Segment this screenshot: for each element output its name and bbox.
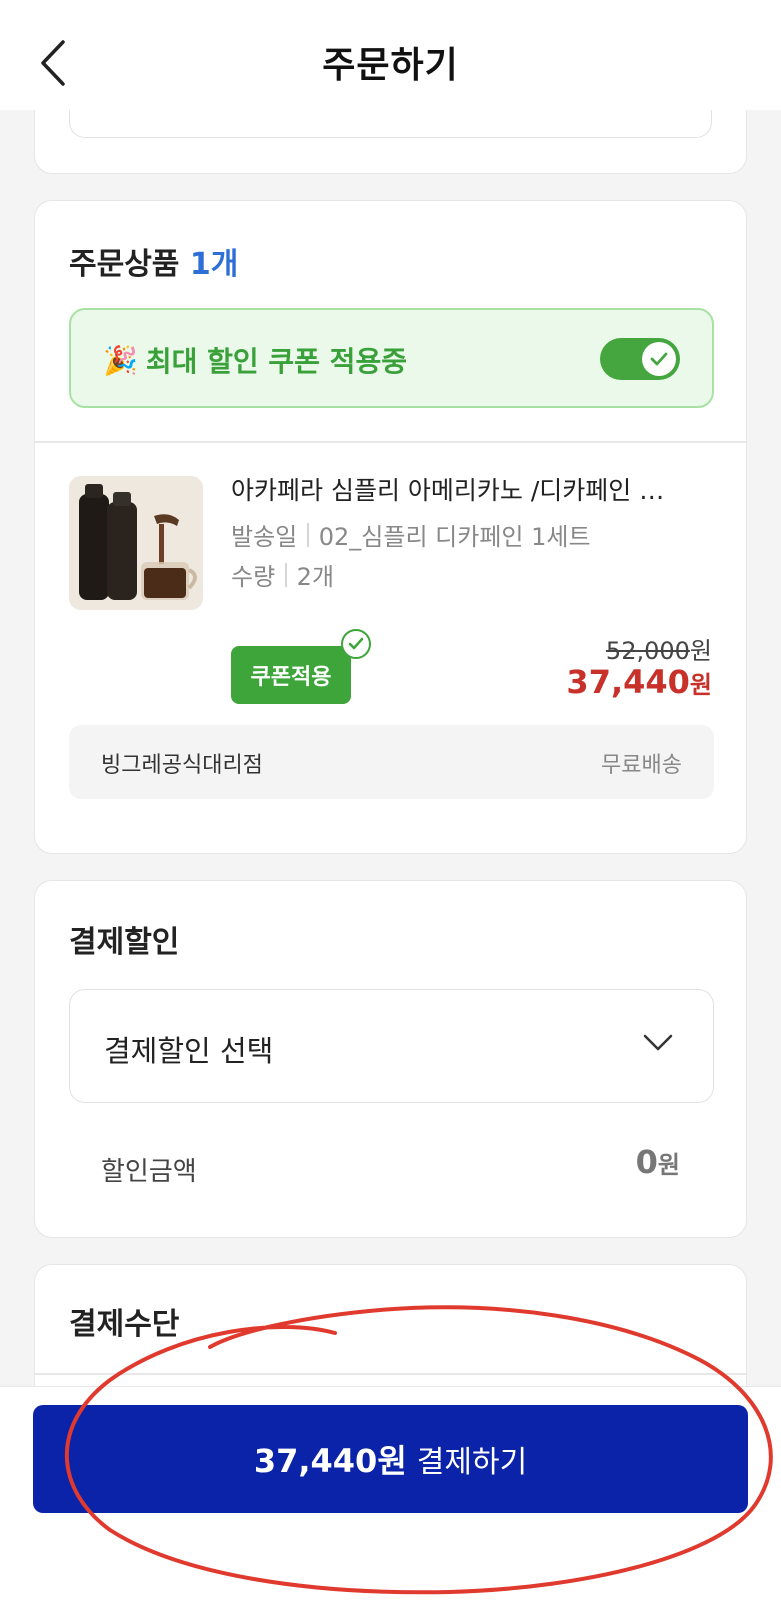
order-items-card: 주문상품 1개 🎉 최대 할인 쿠폰 적용중 아카페라 심플리 아메리카노 /디…: [34, 200, 747, 854]
original-price-value: 52,000: [605, 637, 690, 665]
product-image[interactable]: [69, 476, 203, 610]
order-items-title: 주문상품 1개: [69, 239, 238, 283]
app-header: 주문하기: [0, 0, 781, 110]
seller-name: 빙그레공식대리점: [101, 753, 263, 778]
checkmark-icon: [650, 352, 668, 366]
section-divider: [35, 1373, 746, 1375]
quantity-row: 수량 2개: [231, 557, 334, 592]
party-popper-icon: 🎉: [103, 343, 138, 377]
payment-method-title: 결제수단: [69, 1307, 180, 1342]
payment-discount-title: 결제할인: [69, 925, 180, 960]
meta-separator: [307, 522, 309, 547]
final-price: 37,440원: [566, 663, 712, 701]
coupon-check-icon: [341, 629, 371, 659]
coupon-banner-text: 🎉 최대 할인 쿠폰 적용중: [103, 340, 407, 380]
quantity-label: 수량: [231, 563, 276, 591]
discount-amount-currency: 원: [657, 1151, 680, 1179]
original-price: 52,000원: [606, 631, 712, 666]
checkout-amount: 37,440원: [253, 1442, 407, 1480]
page-title: 주문하기: [322, 45, 459, 86]
ship-date-row: 발송일 02_심플리 디카페인 1세트: [231, 517, 591, 552]
discount-select-dropdown[interactable]: 결제할인 선택: [69, 989, 714, 1103]
meta-separator: [285, 562, 287, 587]
order-items-count: 1개: [189, 247, 239, 282]
final-price-value: 37,440: [566, 663, 690, 701]
checkmark-icon: [348, 637, 364, 650]
chevron-down-icon: [643, 1034, 673, 1051]
product-name[interactable]: 아카페라 심플리 아메리카노 /디카페인 …: [231, 471, 711, 507]
coupon-applied-badge[interactable]: 쿠폰적용: [231, 646, 351, 704]
quantity-value: 2개: [296, 563, 335, 591]
discount-amount: 0원: [636, 1143, 680, 1181]
discount-select-label: 결제할인 선택: [104, 1034, 274, 1068]
shipping-fee: 무료배송: [601, 753, 682, 778]
coffee-bottle-image: [69, 476, 203, 610]
checkout-button[interactable]: 37,440원 결제하기: [33, 1405, 748, 1513]
discount-amount-label: 할인금액: [101, 1157, 197, 1187]
final-price-currency: 원: [689, 671, 712, 699]
ship-date-label: 발송일: [231, 523, 298, 551]
checkout-bar: 37,440원 결제하기: [0, 1386, 781, 1600]
discount-amount-value: 0: [635, 1143, 658, 1181]
coupon-toggle[interactable]: [600, 338, 680, 380]
coupon-banner: 🎉 최대 할인 쿠폰 적용중: [69, 308, 714, 408]
coupon-banner-label: 최대 할인 쿠폰 적용중: [145, 345, 407, 378]
checkout-label: 결제하기: [416, 1445, 528, 1480]
payment-discount-card: 결제할인 결제할인 선택 할인금액 0원: [34, 880, 747, 1238]
original-price-currency: 원: [689, 637, 712, 665]
toggle-knob: [642, 342, 676, 376]
order-items-title-text: 주문상품: [69, 247, 180, 282]
section-divider: [35, 441, 746, 443]
seller-info: 빙그레공식대리점 무료배송: [69, 725, 714, 799]
ship-date-value: 02_심플리 디카페인 1세트: [318, 523, 591, 551]
